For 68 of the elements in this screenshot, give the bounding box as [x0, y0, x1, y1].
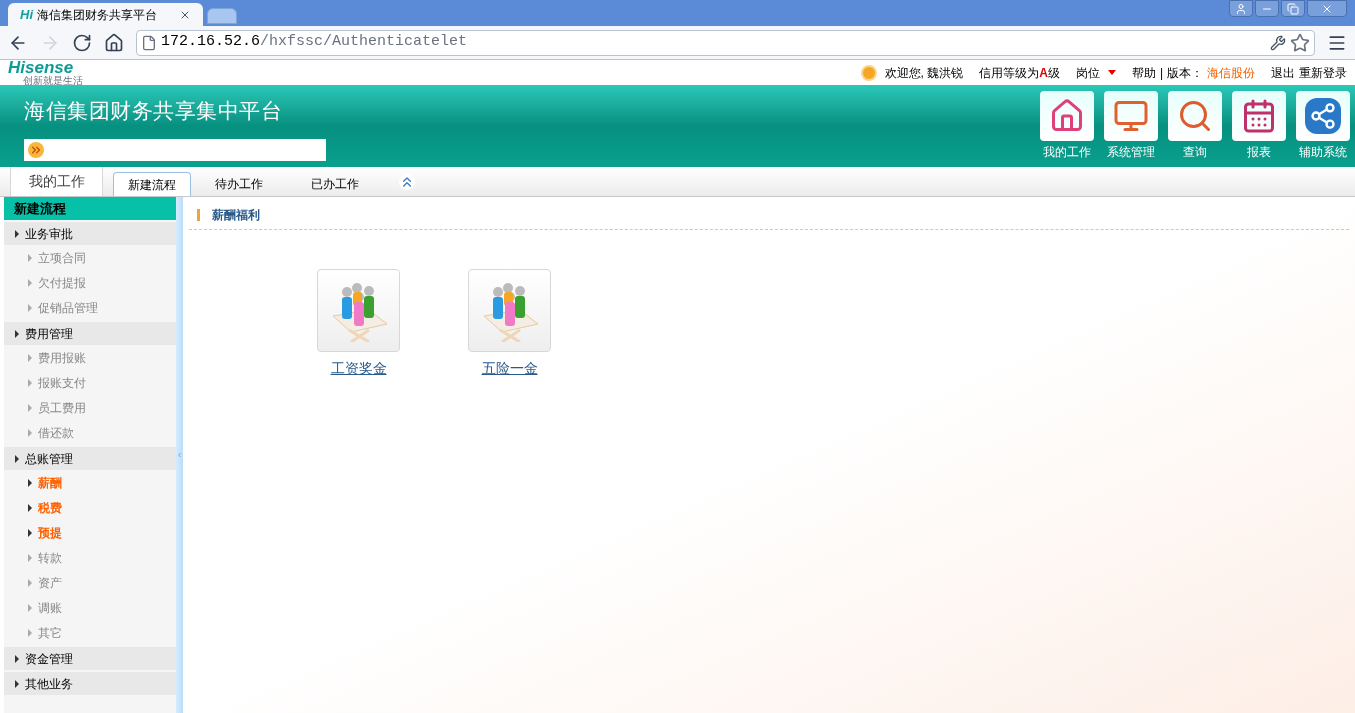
- search-icon: [1177, 98, 1213, 134]
- version-value: 海信股份: [1207, 64, 1255, 82]
- wrench-icon[interactable]: [1270, 34, 1286, 51]
- url-text: 172.16.52.6/hxfssc/Authenticatelet: [161, 32, 469, 53]
- sidebar-item[interactable]: 其它: [4, 620, 176, 645]
- sidebar-group[interactable]: 其他业务: [4, 672, 176, 695]
- dropdown-icon[interactable]: [1107, 70, 1116, 75]
- section-heading: 薪酬福利: [212, 206, 260, 224]
- logo-text: Hisense: [8, 59, 74, 76]
- sidebar-item[interactable]: 预提: [4, 520, 176, 545]
- tile-button[interactable]: [468, 269, 551, 352]
- sidebar-item[interactable]: 资产: [4, 570, 176, 595]
- reload-icon[interactable]: [72, 32, 92, 53]
- tab-logo: Hi: [20, 5, 33, 24]
- person-icon: [1235, 2, 1247, 15]
- sidebar-item[interactable]: 薪酬: [4, 470, 176, 495]
- restore-button[interactable]: [1281, 0, 1305, 17]
- collapse-icon[interactable]: [399, 174, 415, 190]
- search-field[interactable]: [24, 138, 326, 161]
- sidebar-group[interactable]: 资金管理: [4, 647, 176, 670]
- logout-link[interactable]: 退出: [1271, 63, 1295, 82]
- browser-tab[interactable]: Hi 海信集团财务共享平台: [8, 3, 203, 26]
- sidebar-item[interactable]: 立项合同: [4, 245, 176, 270]
- address-bar[interactable]: 172.16.52.6/hxfssc/Authenticatelet: [136, 29, 1315, 56]
- logo-tagline: 创新就是生活: [22, 76, 84, 86]
- version-label: 版本：: [1167, 64, 1203, 82]
- sidebar-item[interactable]: 欠付提报: [4, 270, 176, 295]
- sidebar-item[interactable]: 转款: [4, 545, 176, 570]
- sidebar-item[interactable]: 费用报账: [4, 345, 176, 370]
- star-icon[interactable]: [1290, 32, 1310, 53]
- post-link[interactable]: 岗位: [1075, 63, 1100, 82]
- monitor-icon: [1113, 98, 1149, 134]
- sidebar-group[interactable]: 费用管理: [4, 322, 176, 345]
- sidebar-group[interactable]: 业务审批: [4, 222, 176, 245]
- welcome-text: 欢迎您, 魏洪锐: [884, 64, 964, 82]
- close-window-button[interactable]: [1307, 0, 1347, 17]
- house-icon: [1049, 98, 1085, 134]
- sidebar-item[interactable]: 借还款: [4, 420, 176, 445]
- share-icon: [1305, 98, 1341, 134]
- go-icon[interactable]: [28, 141, 44, 158]
- user-button[interactable]: [1229, 0, 1253, 17]
- sidebar-heading: 新建流程: [4, 197, 176, 220]
- sidebar-item[interactable]: 报账支付: [4, 370, 176, 395]
- relogin-link[interactable]: 重新登录: [1299, 63, 1347, 82]
- tile-button[interactable]: [317, 269, 400, 352]
- tile-link[interactable]: 五险一金: [481, 358, 538, 379]
- restore-icon: [1287, 2, 1299, 15]
- user-icon: [860, 64, 877, 81]
- page-icon: [141, 34, 157, 51]
- sidebar-item[interactable]: 促销品管理: [4, 295, 176, 320]
- section-title: 我的工作: [10, 167, 103, 196]
- calendar-icon: [1241, 98, 1277, 134]
- minimize-button[interactable]: [1255, 0, 1279, 17]
- home-icon[interactable]: [104, 32, 124, 53]
- credit-level-text: 信用等级为A级: [979, 64, 1060, 82]
- separator-text: |: [1159, 64, 1163, 82]
- tab[interactable]: 已办工作: [287, 172, 383, 196]
- sidebar-item[interactable]: 税费: [4, 495, 176, 520]
- tab[interactable]: 新建流程: [113, 172, 191, 196]
- help-link[interactable]: 帮助: [1131, 63, 1156, 82]
- sidebar-item[interactable]: 调账: [4, 595, 176, 620]
- banner-title: 海信集团财务共享集中平台: [24, 98, 284, 125]
- tab[interactable]: 待办工作: [191, 172, 287, 196]
- sidebar-group[interactable]: 总账管理: [4, 447, 176, 470]
- title-marker: [197, 208, 200, 221]
- tab-title: 海信集团财务共享平台: [37, 6, 158, 24]
- sidebar-item[interactable]: 员工费用: [4, 395, 176, 420]
- tile-link[interactable]: 工资奖金: [330, 358, 387, 379]
